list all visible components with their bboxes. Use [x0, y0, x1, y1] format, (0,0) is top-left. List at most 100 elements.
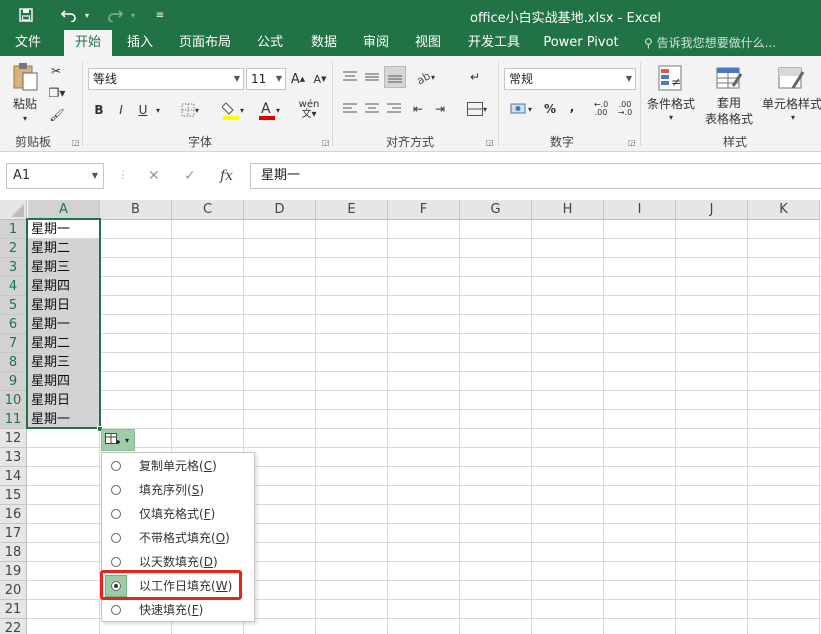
- format-painter-icon[interactable]: 🖌: [46, 106, 68, 124]
- cell-styles-dropdown-icon[interactable]: ▾: [788, 112, 798, 122]
- row-header-12[interactable]: 12: [0, 429, 27, 448]
- align-right-icon[interactable]: [384, 100, 404, 118]
- format-as-table-label-1[interactable]: 套用: [710, 94, 748, 110]
- radio-icon[interactable]: [111, 605, 121, 615]
- radio-icon[interactable]: [111, 581, 121, 591]
- row-header-1[interactable]: 1: [0, 220, 27, 239]
- name-box[interactable]: A1 ▼: [6, 163, 104, 189]
- font-size-combo[interactable]: 11 ▼: [246, 68, 286, 90]
- column-header-b[interactable]: B: [100, 200, 172, 220]
- radio-icon[interactable]: [111, 485, 121, 495]
- auto-fill-options-button[interactable]: ▾: [101, 429, 135, 451]
- tab-home[interactable]: 开始: [64, 30, 112, 56]
- tab-formulas[interactable]: 公式: [248, 30, 292, 56]
- cell-styles-label[interactable]: 单元格样式: [760, 94, 821, 112]
- font-color-icon[interactable]: A ▾: [254, 98, 284, 122]
- cell-styles-icon[interactable]: [774, 62, 808, 94]
- clipboard-launcher-icon[interactable]: ◲: [72, 138, 80, 147]
- orientation-icon[interactable]: ab ▾: [410, 66, 440, 88]
- enter-icon[interactable]: ✓: [184, 163, 196, 189]
- more-options-icon[interactable]: ⋮: [118, 163, 128, 189]
- row-header-21[interactable]: 21: [0, 600, 27, 619]
- cell-a1[interactable]: 星期一: [28, 220, 100, 239]
- paste-icon[interactable]: [8, 62, 42, 92]
- row-header-22[interactable]: 22: [0, 619, 27, 634]
- cell-a4[interactable]: 星期四: [28, 277, 100, 296]
- auto-fill-option[interactable]: 以天数填充(D): [102, 550, 256, 574]
- cell-a2[interactable]: 星期二: [28, 239, 100, 258]
- row-header-2[interactable]: 2: [0, 239, 27, 258]
- undo-dropdown-icon[interactable]: ▾: [82, 0, 92, 30]
- underline-button[interactable]: U: [134, 100, 152, 120]
- tab-power-pivot[interactable]: Power Pivot: [538, 30, 624, 56]
- redo-dropdown-icon[interactable]: ▾: [128, 0, 138, 30]
- cut-icon[interactable]: ✂: [46, 62, 66, 80]
- auto-fill-option[interactable]: 快速填充(F): [102, 598, 256, 622]
- cell-a6[interactable]: 星期一: [28, 315, 100, 334]
- tab-review[interactable]: 审阅: [354, 30, 398, 56]
- column-header-i[interactable]: I: [604, 200, 676, 220]
- tab-view[interactable]: 视图: [406, 30, 450, 56]
- formula-input[interactable]: 星期一: [250, 163, 821, 189]
- row-header-18[interactable]: 18: [0, 543, 27, 562]
- align-bottom-icon[interactable]: [384, 66, 406, 88]
- align-center-icon[interactable]: [362, 100, 382, 118]
- alignment-launcher-icon[interactable]: ◲: [486, 138, 494, 147]
- number-format-combo[interactable]: 常规 ▼: [504, 68, 636, 90]
- phonetic-guide-button[interactable]: wén 文▾: [296, 98, 322, 122]
- increase-indent-icon[interactable]: ⇥: [430, 100, 450, 118]
- tab-developer[interactable]: 开发工具: [460, 30, 528, 56]
- accounting-format-icon[interactable]: ▾: [504, 98, 538, 120]
- column-header-d[interactable]: D: [244, 200, 316, 220]
- underline-dropdown-icon[interactable]: ▾: [152, 100, 164, 120]
- fill-color-icon[interactable]: ▾: [218, 98, 248, 122]
- tab-insert[interactable]: 插入: [118, 30, 162, 56]
- format-as-table-label-2[interactable]: 表格格式: [698, 110, 760, 126]
- conditional-formatting-icon[interactable]: ≠: [654, 62, 688, 94]
- customize-qat-icon[interactable]: ≡: [152, 0, 168, 30]
- decrease-decimal-icon[interactable]: .00 →.0: [614, 100, 636, 118]
- row-header-9[interactable]: 9: [0, 372, 27, 391]
- row-header-6[interactable]: 6: [0, 315, 27, 334]
- column-header-f[interactable]: F: [388, 200, 460, 220]
- row-header-5[interactable]: 5: [0, 296, 27, 315]
- tab-file[interactable]: 文件: [6, 30, 50, 56]
- row-header-19[interactable]: 19: [0, 562, 27, 581]
- column-header-a[interactable]: A: [28, 200, 100, 220]
- cell-a9[interactable]: 星期四: [28, 372, 100, 391]
- bold-button[interactable]: B: [90, 100, 108, 120]
- row-header-14[interactable]: 14: [0, 467, 27, 486]
- number-launcher-icon[interactable]: ◲: [628, 138, 636, 147]
- column-header-h[interactable]: H: [532, 200, 604, 220]
- tab-page-layout[interactable]: 页面布局: [172, 30, 238, 56]
- row-header-16[interactable]: 16: [0, 505, 27, 524]
- save-icon[interactable]: [14, 0, 38, 30]
- undo-icon[interactable]: [58, 0, 80, 30]
- tab-data[interactable]: 数据: [302, 30, 346, 56]
- row-header-3[interactable]: 3: [0, 258, 27, 277]
- percent-button[interactable]: %: [540, 100, 560, 118]
- row-header-8[interactable]: 8: [0, 353, 27, 372]
- radio-icon[interactable]: [111, 533, 121, 543]
- radio-icon[interactable]: [111, 461, 121, 471]
- cell-a10[interactable]: 星期日: [28, 391, 100, 410]
- row-header-7[interactable]: 7: [0, 334, 27, 353]
- cancel-icon[interactable]: ✕: [148, 163, 160, 189]
- align-top-icon[interactable]: [340, 68, 360, 86]
- row-header-13[interactable]: 13: [0, 448, 27, 467]
- column-header-c[interactable]: C: [172, 200, 244, 220]
- row-header-15[interactable]: 15: [0, 486, 27, 505]
- column-header-e[interactable]: E: [316, 200, 388, 220]
- comma-button[interactable]: ,: [562, 98, 582, 116]
- tell-me-box[interactable]: ⚲ 告诉我您想要做什么...: [644, 30, 776, 56]
- row-header-20[interactable]: 20: [0, 581, 27, 600]
- auto-fill-option[interactable]: 填充序列(S): [102, 478, 256, 502]
- align-left-icon[interactable]: [340, 100, 360, 118]
- italic-button[interactable]: I: [112, 100, 130, 120]
- cell-a8[interactable]: 星期三: [28, 353, 100, 372]
- paste-dropdown-icon[interactable]: ▾: [20, 113, 30, 123]
- redo-icon[interactable]: [104, 0, 126, 30]
- row-header-11[interactable]: 11: [0, 410, 27, 429]
- increase-font-icon[interactable]: A ▲: [290, 70, 306, 88]
- font-launcher-icon[interactable]: ◲: [322, 138, 330, 147]
